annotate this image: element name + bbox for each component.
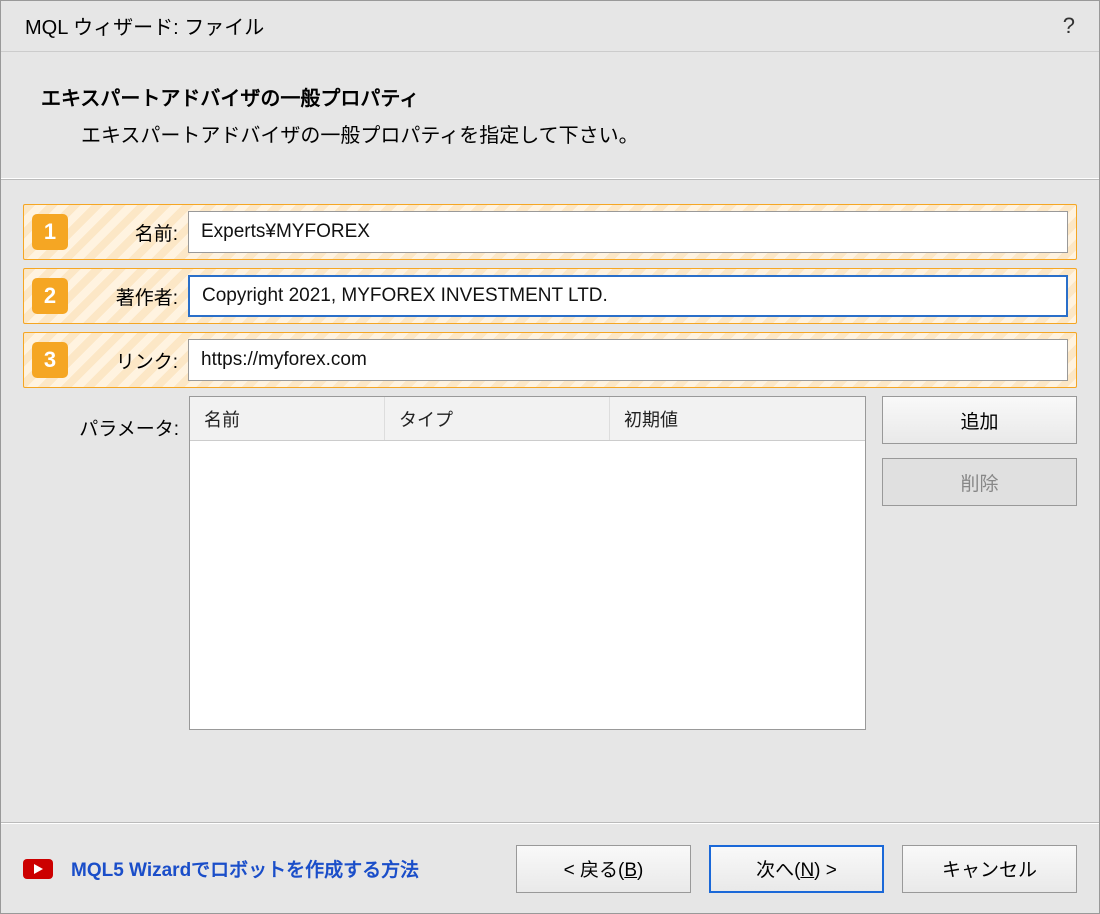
name-input[interactable] [188,211,1068,253]
header-description: エキスパートアドバイザの一般プロパティを指定して下さい。 [81,119,1059,148]
header-title: エキスパートアドバイザの一般プロパティ [41,82,1059,111]
author-input[interactable] [188,275,1068,317]
label-link: リンク: [68,347,178,374]
param-table-wrap: 名前 タイプ 初期値 [189,396,866,730]
next-post: ) > [814,860,837,881]
label-parameters: パラメータ: [23,396,189,441]
main-content: 1 名前: 2 著作者: 3 リンク: パラメータ: 名前 タイプ 初期値 [1,179,1099,823]
footer-buttons: < 戻る(B) 次へ(N) > キャンセル [516,845,1077,893]
footer: MQL5 Wizardでロボットを作成する方法 < 戻る(B) 次へ(N) > … [1,823,1099,913]
row-link: 3 リンク: [23,332,1077,388]
next-pre: 次へ( [756,860,800,881]
link-input[interactable] [188,339,1068,381]
back-post: ) [637,860,643,881]
badge-2: 2 [32,278,68,314]
window-title: MQL ウィザード: ファイル [25,11,264,40]
help-link[interactable]: MQL5 Wizardでロボットを作成する方法 [71,855,419,882]
back-u: B [624,860,637,881]
wizard-window: MQL ウィザード: ファイル ? エキスパートアドバイザの一般プロパティ エキ… [0,0,1100,914]
badge-3: 3 [32,342,68,378]
help-icon[interactable]: ? [1063,13,1075,39]
col-header-name[interactable]: 名前 [190,397,385,440]
row-name: 1 名前: [23,204,1077,260]
label-author: 著作者: [68,283,178,310]
param-table-header: 名前 タイプ 初期値 [190,397,865,441]
header-section: エキスパートアドバイザの一般プロパティ エキスパートアドバイザの一般プロパティを… [1,51,1099,179]
add-button[interactable]: 追加 [882,396,1077,444]
parameter-table[interactable]: 名前 タイプ 初期値 [189,396,866,730]
row-author: 2 著作者: [23,268,1077,324]
delete-button: 削除 [882,458,1077,506]
youtube-icon[interactable] [23,859,53,879]
param-button-group: 追加 削除 [882,396,1077,506]
col-header-type[interactable]: タイプ [385,397,610,440]
label-name: 名前: [68,219,178,246]
cancel-button[interactable]: キャンセル [902,845,1077,893]
back-pre: < 戻る( [564,860,625,881]
back-button[interactable]: < 戻る(B) [516,845,691,893]
next-button[interactable]: 次へ(N) > [709,845,884,893]
col-header-initial[interactable]: 初期値 [610,397,865,440]
row-parameters: パラメータ: 名前 タイプ 初期値 追加 削除 [23,396,1077,730]
badge-1: 1 [32,214,68,250]
titlebar: MQL ウィザード: ファイル ? [1,1,1099,51]
next-u: N [800,860,814,881]
